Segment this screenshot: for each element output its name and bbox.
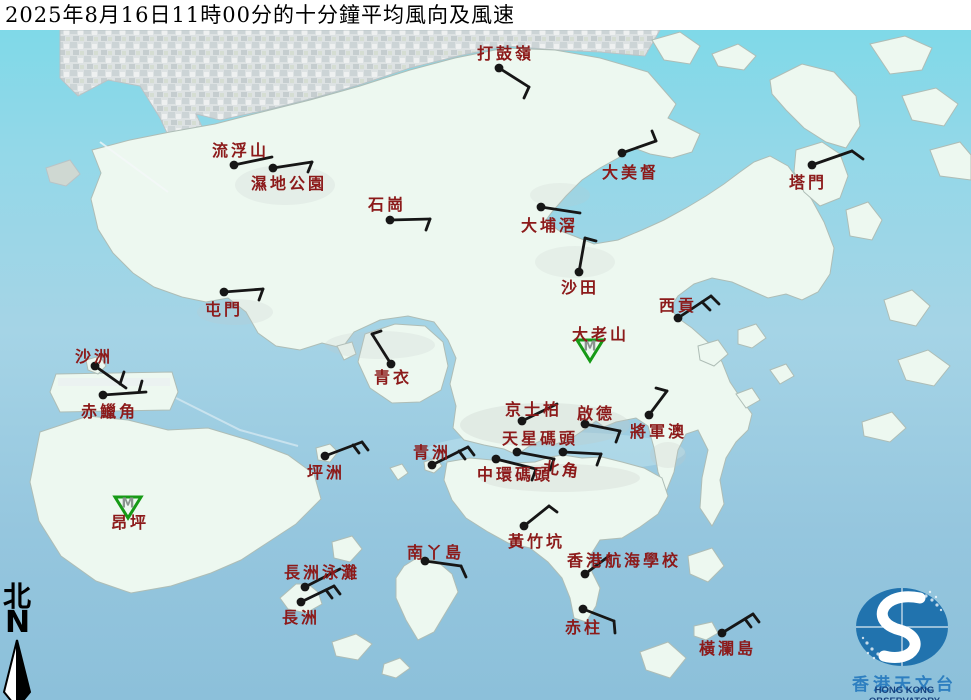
wind-barb-line xyxy=(622,141,656,153)
wind-barb-line xyxy=(852,151,863,159)
wind-barb xyxy=(513,448,554,470)
wind-barb xyxy=(618,131,656,157)
maintenance-marker-icon xyxy=(115,497,141,518)
wind-barb xyxy=(321,442,368,460)
wind-barb-line xyxy=(522,404,557,421)
wind-barb-line xyxy=(649,391,667,415)
wind-barb xyxy=(230,157,272,169)
wind-barb xyxy=(91,362,126,388)
wind-barb-line xyxy=(224,289,263,292)
wind-barb-line xyxy=(616,431,620,442)
wind-barb xyxy=(269,162,312,172)
wind-barb-line xyxy=(652,131,656,141)
wind-barb xyxy=(372,331,395,368)
wind-barb-line xyxy=(550,459,554,470)
wind-barb-line xyxy=(461,566,466,577)
wind-barb-line xyxy=(541,207,580,213)
wind-barb-line xyxy=(614,621,615,633)
wind-barb-line xyxy=(372,334,391,364)
wind-barb xyxy=(537,203,580,213)
wind-barb xyxy=(581,420,620,442)
wind-barb xyxy=(808,151,863,169)
wind-barb-line xyxy=(597,454,601,465)
wind-barb-line xyxy=(139,381,142,392)
wind-barb-line xyxy=(390,219,430,220)
wind-barb-line xyxy=(585,424,620,431)
wind-barb-line xyxy=(326,590,332,598)
wind-barb xyxy=(559,448,601,465)
wind-map-screen: 打鼓嶺流浮山濕地公園石崗大美督塔門大埔滘沙田屯門西貢沙洲赤鱲角青衣坪洲青洲京士柏… xyxy=(0,0,971,700)
wind-barb xyxy=(518,404,557,425)
wind-barb xyxy=(575,238,596,276)
wind-barb-line xyxy=(425,561,461,566)
wind-barb-line xyxy=(563,452,601,454)
wind-barb-line xyxy=(353,445,359,453)
wind-barb-line xyxy=(702,302,710,310)
wind-barb-line xyxy=(426,219,430,230)
wind-barb-line xyxy=(656,388,667,391)
wind-barb-line xyxy=(585,556,609,574)
wind-barb xyxy=(220,288,263,300)
wind-barb-line xyxy=(579,238,585,272)
hko-name-en: HONG KONG OBSERVATORY xyxy=(838,685,971,700)
wind-barb-line xyxy=(273,162,312,168)
wind-barb xyxy=(581,556,609,578)
wind-barb xyxy=(386,216,430,230)
wind-barb xyxy=(674,296,719,322)
wind-barb-line xyxy=(753,614,759,622)
north-arrow-icon xyxy=(0,638,40,700)
wind-barb-line xyxy=(120,372,124,384)
hko-logo: 香港天文台 HONG KONG OBSERVATORY xyxy=(838,582,971,700)
wind-barb-line xyxy=(499,68,529,87)
wind-barb-line xyxy=(532,469,536,480)
wind-barb-line xyxy=(372,331,381,334)
wind-layer xyxy=(0,0,971,700)
wind-barb-line xyxy=(305,569,340,587)
wind-barb-line xyxy=(585,238,596,241)
wind-barb xyxy=(645,388,667,419)
wind-barb xyxy=(718,614,759,637)
wind-barb-line xyxy=(468,447,474,455)
north-compass: 北 N xyxy=(0,583,40,700)
wind-barb-line xyxy=(234,157,272,165)
wind-barb-line xyxy=(496,459,536,469)
map-title: 2025年8月16日11時00分的十分鐘平均風向及風速 xyxy=(0,0,971,30)
wind-barb-line xyxy=(524,87,529,98)
wind-barb xyxy=(520,506,557,530)
wind-barb-line xyxy=(812,151,852,165)
hko-emblem-icon xyxy=(838,582,971,668)
wind-barb-line xyxy=(362,442,368,450)
wind-barb xyxy=(421,557,466,577)
wind-barb-line xyxy=(524,506,549,526)
wind-barb-line xyxy=(549,506,557,512)
wind-barb-line xyxy=(745,619,751,627)
wind-barb-line xyxy=(459,451,465,459)
north-label-en: N xyxy=(5,608,30,638)
wind-barb-line xyxy=(517,452,554,459)
wind-barb-line xyxy=(711,296,719,304)
wind-barb xyxy=(492,455,536,480)
wind-barb-line xyxy=(334,586,340,594)
wind-barb-line xyxy=(583,609,614,621)
wind-barb xyxy=(579,605,615,633)
maintenance-marker-icon xyxy=(577,340,603,361)
wind-barb xyxy=(428,447,474,469)
wind-barb xyxy=(495,64,529,98)
